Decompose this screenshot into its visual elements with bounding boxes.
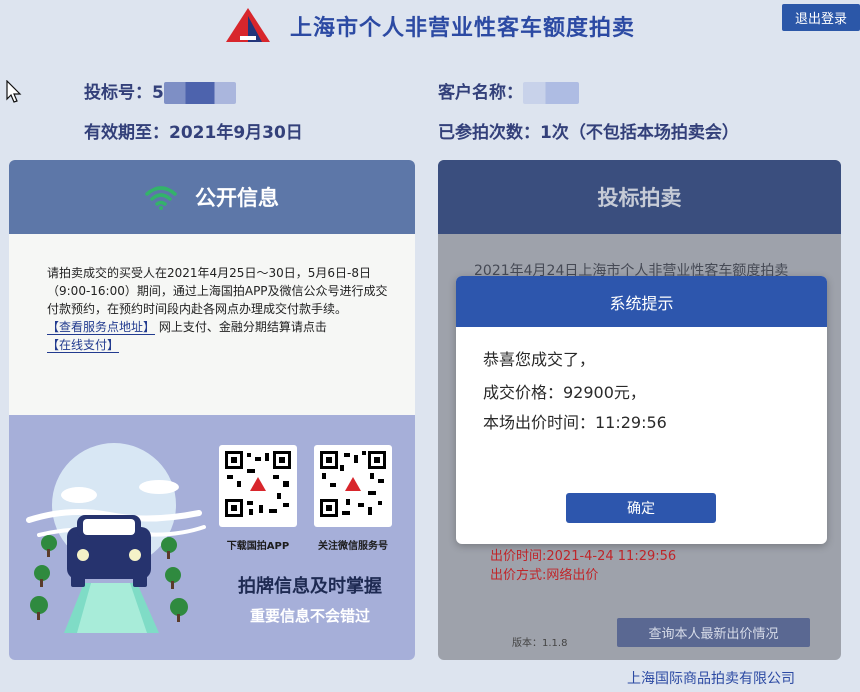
dialog-message-price: 成交价格：92900元， — [483, 383, 646, 402]
public-info-panel: 公开信息 请拍卖成交的买受人在2021年4月25日～30日，5月6日-8日（9:… — [9, 160, 415, 660]
wifi-icon — [145, 186, 177, 210]
bid-time-text: 出价时间:2021-4-24 11:29:56 — [490, 549, 677, 564]
public-info-title: 公开信息 — [195, 186, 279, 210]
dialog-message-congrats: 恭喜您成交了， — [483, 350, 596, 369]
participation-value: 1次（不包括本场拍卖会） — [540, 123, 739, 143]
dialog-message-time: 本场出价时间：11:29:56 — [483, 413, 667, 432]
bidding-header: 投标拍卖 — [438, 160, 841, 234]
redaction-mask — [163, 82, 236, 104]
service-address-link[interactable]: 【查看服务点地址】 — [47, 320, 156, 335]
customer-name-label: 客户名称： — [438, 83, 523, 103]
bid-number-row: 投标号：5 — [84, 78, 236, 104]
payment-text: 网上支付、金融分期结算请点击 — [155, 320, 327, 334]
customer-name-row: 客户名称： — [438, 78, 579, 104]
footer-company: 上海国际商品拍卖有限公司 — [627, 671, 795, 687]
dialog-title: 系统提示 — [456, 276, 827, 327]
site-title: 上海市个人非营业性客车额度拍卖 — [290, 16, 636, 41]
promo-title: 拍牌信息及时掌握 — [238, 576, 382, 597]
validity-row: 有效期至：2021年9月30日 — [84, 118, 303, 143]
bid-number-value: 5 — [152, 83, 164, 103]
validity-label: 有效期至： — [84, 123, 169, 143]
auction-logo-icon — [226, 8, 270, 42]
notice-text-block: 请拍卖成交的买受人在2021年4月25日～30日，5月6日-8日（9:00-16… — [47, 264, 397, 354]
app-qr-code — [219, 445, 297, 527]
bid-number-label: 投标号： — [84, 83, 152, 103]
online-pay-link[interactable]: 【在线支付】 — [47, 338, 120, 353]
public-info-header: 公开信息 — [9, 160, 415, 234]
car-illustration — [26, 443, 206, 633]
promo-subtitle: 重要信息不会错过 — [249, 607, 370, 625]
mouse-cursor-icon — [6, 80, 22, 103]
wechat-qr-code — [314, 445, 392, 527]
wechat-qr-caption: 关注微信服务号 — [318, 541, 388, 552]
version-text: 版本：1.1.8 — [512, 638, 568, 649]
query-latest-bid-button[interactable]: 查询本人最新出价情况 — [617, 618, 810, 647]
logout-button[interactable]: 退出登录 — [782, 4, 860, 31]
validity-value: 2021年9月30日 — [169, 123, 303, 143]
redaction-mask — [523, 82, 579, 104]
dialog-ok-button[interactable]: 确定 — [566, 493, 716, 523]
participation-row: 已参拍次数：1次（不包括本场拍卖会） — [438, 118, 739, 143]
system-notice-dialog: 系统提示 恭喜您成交了， 成交价格：92900元， 本场出价时间：11:29:5… — [456, 276, 827, 544]
notice-paragraph: 请拍卖成交的买受人在2021年4月25日～30日，5月6日-8日（9:00-16… — [47, 266, 388, 316]
bid-method-text: 出价方式:网络出价 — [490, 568, 599, 583]
participation-label: 已参拍次数： — [438, 123, 540, 143]
promo-area: 下载国拍APP 关注微信服务号 拍牌信息及时掌握 重要信息不会错过 — [9, 415, 415, 660]
app-qr-caption: 下载国拍APP — [226, 541, 290, 552]
